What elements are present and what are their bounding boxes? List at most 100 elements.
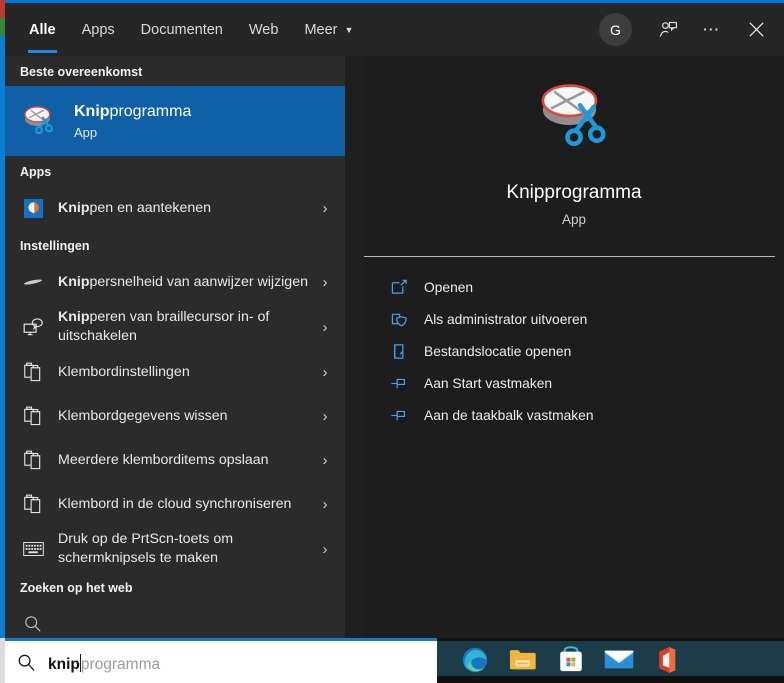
action-aan-start-vastmaken[interactable]: Aan Start vastmaken xyxy=(364,367,784,399)
search-header: Alle Apps Documenten Web Meer ▼ G ⋯ xyxy=(4,3,784,56)
tab-alle-label: Alle xyxy=(29,21,56,38)
web-search-icon xyxy=(18,609,48,638)
action-aan-de-taakbalk-vastmaken[interactable]: Aan de taakbalk vastmaken xyxy=(364,399,784,431)
result-item-label-rest: Meerdere klemborditems opslaan xyxy=(58,451,269,468)
snipping-tool-icon xyxy=(528,78,620,160)
close-icon xyxy=(747,20,766,39)
action-bestandslocatie-openen[interactable]: Bestandslocatie openen xyxy=(364,335,784,367)
result-item-label-rest: Klembordgegevens wissen xyxy=(58,407,228,424)
pointer-speed-icon xyxy=(18,267,48,297)
taskbar-top-edge xyxy=(437,638,784,641)
chevron-right-icon[interactable]: › xyxy=(315,200,335,217)
tab-alle[interactable]: Alle xyxy=(16,3,69,56)
app-preview-title: Knipprogramma xyxy=(506,182,642,203)
result-item-label: Klembordinstellingen xyxy=(58,363,315,382)
chevron-right-icon[interactable]: › xyxy=(315,319,335,336)
result-item-label: Druk op de PrtScn-toets om schermknipsel… xyxy=(58,530,315,568)
results-list[interactable]: Beste overeenkomst Knipprogramma App App… xyxy=(4,56,345,638)
chevron-right-icon[interactable]: › xyxy=(315,364,335,381)
result-item-knippersnelheid[interactable]: Knippersnelheid van aanwijzer wijzigen › xyxy=(4,260,345,304)
shield-run-icon xyxy=(386,311,412,328)
result-item-label-rest: pen en aantekenen xyxy=(89,199,212,216)
open-window-icon xyxy=(386,279,412,296)
search-body: Beste overeenkomst Knipprogramma App App… xyxy=(4,56,784,638)
tab-web-label: Web xyxy=(248,21,279,38)
result-item-braillecursor[interactable]: Knipperen van braillecursor in- of uitsc… xyxy=(4,304,345,350)
result-item-klembordinstellingen[interactable]: Klembordinstellingen › xyxy=(4,350,345,394)
folder-location-icon xyxy=(386,343,412,360)
clipboard-icon xyxy=(18,357,48,387)
result-item-klembord-cloud-sync[interactable]: Klembord in de cloud synchroniseren › xyxy=(4,482,345,526)
chevron-right-icon[interactable]: › xyxy=(315,496,335,513)
result-item-meerdere-klemborditems[interactable]: Meerdere klemborditems opslaan › xyxy=(4,438,345,482)
section-heading-instellingen: Instellingen xyxy=(20,239,90,253)
clipboard-icon xyxy=(18,445,48,475)
tab-meer-label: Meer xyxy=(304,21,338,38)
result-item-label-rest: persnelheid van aanwijzer wijzigen xyxy=(89,273,308,290)
result-best-match[interactable]: Knipprogramma App xyxy=(4,86,345,156)
best-match-title: Knipprogramma xyxy=(74,102,191,122)
close-button[interactable] xyxy=(734,7,778,53)
file-explorer-icon xyxy=(509,647,537,678)
search-input[interactable]: knip programma xyxy=(48,651,160,674)
result-item-label-rest: peren van braillecursor in- of uitschake… xyxy=(58,309,270,344)
action-label: Als administrator uitvoeren xyxy=(424,311,588,327)
microsoft-store-icon xyxy=(558,646,584,678)
section-heading-best-match: Beste overeenkomst xyxy=(20,65,143,79)
tab-meer[interactable]: Meer ▼ xyxy=(291,3,366,56)
clipboard-icon xyxy=(18,401,48,431)
tab-web[interactable]: Web xyxy=(236,3,292,56)
section-heading-zoeken-op-het-web: Zoeken op het web xyxy=(20,581,133,595)
action-openen[interactable]: Openen xyxy=(364,271,784,303)
chevron-right-icon[interactable]: › xyxy=(315,408,335,425)
action-als-administrator-uitvoeren[interactable]: Als administrator uitvoeren xyxy=(364,303,784,335)
result-item-label: Knippersnelheid van aanwijzer wijzigen xyxy=(58,273,315,292)
result-item-prtscn-toets[interactable]: Druk op de PrtScn-toets om schermknipsel… xyxy=(4,526,345,572)
tab-documenten[interactable]: Documenten xyxy=(128,3,236,56)
search-flyout: Alle Apps Documenten Web Meer ▼ G ⋯ Best… xyxy=(4,0,784,638)
search-suggestion-text: programma xyxy=(80,655,161,673)
result-item-label: Klembord in de cloud synchroniseren xyxy=(58,495,315,514)
result-item-label-bold: Knip xyxy=(58,309,90,325)
mail-icon xyxy=(604,648,634,676)
app-hero: Knipprogramma App xyxy=(364,56,784,227)
chevron-right-icon[interactable]: › xyxy=(315,274,335,291)
result-item-web-search-clipped[interactable] xyxy=(4,602,345,638)
header-actions: G ⋯ xyxy=(585,3,784,56)
search-box[interactable]: knip programma xyxy=(4,638,437,683)
result-item-label-bold: Knip xyxy=(58,273,90,290)
avatar-initial: G xyxy=(610,21,621,38)
office-icon xyxy=(656,646,678,679)
result-item-label-rest: Druk op de PrtScn-toets om schermknipsel… xyxy=(58,531,234,566)
action-label: Openen xyxy=(424,279,474,295)
result-item-label-rest: Klembord in de cloud synchroniseren xyxy=(58,495,292,512)
pin-icon xyxy=(386,407,412,424)
result-item-label-rest: Klembordinstellingen xyxy=(58,363,190,380)
app-actions: Openen Als administrator uitvoeren Besta… xyxy=(364,257,784,431)
snip-and-sketch-icon xyxy=(18,193,48,223)
more-options-button[interactable]: ⋯ xyxy=(690,7,734,53)
edge-icon xyxy=(461,646,489,679)
result-item-klembordgegevens-wissen[interactable]: Klembordgegevens wissen › xyxy=(4,394,345,438)
snipping-tool-icon xyxy=(18,100,60,142)
result-item-label: Knippen en aantekenen xyxy=(58,199,315,218)
text-cursor xyxy=(79,653,81,672)
ellipsis-icon: ⋯ xyxy=(702,20,722,39)
tab-apps[interactable]: Apps xyxy=(69,3,128,56)
section-heading-apps: Apps xyxy=(20,165,52,179)
tab-documenten-label: Documenten xyxy=(140,21,223,38)
braille-monitor-icon xyxy=(18,312,48,342)
tab-apps-label: Apps xyxy=(81,21,115,38)
search-typed-text: knip xyxy=(48,655,80,673)
action-label: Bestandslocatie openen xyxy=(424,343,572,359)
chevron-right-icon[interactable]: › xyxy=(315,452,335,469)
chevron-right-icon[interactable]: › xyxy=(315,541,335,558)
feedback-button[interactable] xyxy=(646,7,690,53)
best-match-subtitle: App xyxy=(74,125,98,140)
window-edge-stripe xyxy=(0,0,5,683)
person-feedback-icon xyxy=(658,19,679,40)
result-item-knippen-en-aantekenen[interactable]: Knippen en aantekenen › xyxy=(4,186,345,230)
app-preview-kind: App xyxy=(561,212,587,227)
avatar[interactable]: G xyxy=(599,13,632,46)
search-icon xyxy=(4,653,48,672)
